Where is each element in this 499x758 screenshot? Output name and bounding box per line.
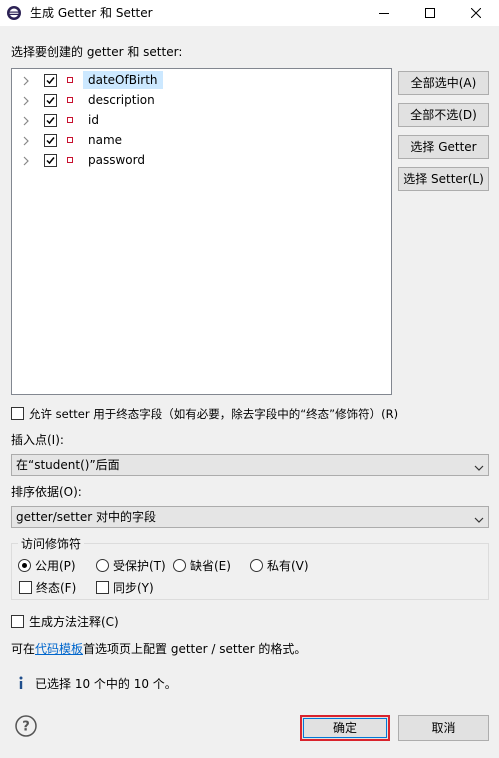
template-note-prefix: 可在 [11, 642, 36, 656]
deselect-all-button[interactable]: 全部不选(D) [398, 103, 489, 127]
code-templates-link[interactable]: 代码模板 [35, 642, 83, 656]
default-radio[interactable] [173, 559, 186, 572]
chevron-right-icon[interactable] [21, 75, 31, 86]
public-label: 公用(P) [35, 559, 76, 573]
insertion-point-label: 插入点(I): [11, 433, 64, 447]
tree-row-password[interactable]: password [12, 150, 391, 170]
help-icon[interactable]: ? [15, 715, 37, 737]
eclipse-app-icon [6, 5, 22, 21]
field-name: id [88, 113, 99, 127]
select-setters-button[interactable]: 选择 Setter(L) [398, 167, 489, 191]
protected-radio[interactable] [96, 559, 109, 572]
select-all-button[interactable]: 全部选中(A) [398, 71, 489, 95]
access-modifier-title: 访问修饰符 [18, 536, 85, 552]
allow-final-setter-label: 允许 setter 用于终态字段（如有必要，除去字段中的“终态”修饰符）(R) [29, 407, 399, 421]
svg-text:?: ? [22, 720, 30, 735]
field-icon [67, 157, 73, 163]
close-icon[interactable] [453, 0, 499, 26]
chevron-down-icon [474, 513, 484, 523]
allow-final-setter-checkbox[interactable] [11, 407, 24, 420]
ok-focus-ring [303, 718, 387, 738]
field-tree[interactable]: dateOfBirth description id name password [11, 68, 392, 395]
field-name: password [88, 153, 145, 167]
field-icon [67, 97, 73, 103]
tree-label: 选择要创建的 getter 和 setter: [11, 45, 183, 59]
template-note: 可在代码模板首选项页上配置 getter / setter 的格式。 [11, 641, 306, 657]
generate-comments-label: 生成方法注释(C) [29, 615, 119, 629]
generate-comments-checkbox[interactable] [11, 615, 24, 628]
sort-by-label: 排序依据(O): [11, 485, 82, 499]
final-label: 终态(F) [36, 581, 77, 595]
chevron-right-icon[interactable] [21, 95, 31, 106]
template-note-suffix: 首选项页上配置 getter / setter 的格式。 [83, 642, 307, 656]
field-checkbox[interactable] [44, 94, 57, 107]
tree-row-id[interactable]: id [12, 110, 391, 130]
final-checkbox[interactable] [19, 581, 32, 594]
chevron-right-icon[interactable] [21, 115, 31, 126]
private-radio[interactable] [250, 559, 263, 572]
field-checkbox[interactable] [44, 154, 57, 167]
field-name: name [88, 133, 123, 147]
tree-row-description[interactable]: description [12, 90, 391, 110]
field-checkbox[interactable] [44, 114, 57, 127]
insertion-point-select[interactable]: 在“student()”后面 [11, 454, 489, 476]
sort-by-value: getter/setter 对中的字段 [16, 510, 156, 524]
synchronized-checkbox[interactable] [96, 581, 109, 594]
info-icon [17, 676, 25, 690]
status-text: 已选择 10 个中的 10 个。 [35, 677, 177, 691]
insertion-point-value: 在“student()”后面 [16, 458, 120, 472]
select-getters-button[interactable]: 选择 Getter [398, 135, 489, 159]
maximize-icon[interactable] [407, 0, 453, 26]
synchronized-label: 同步(Y) [113, 581, 154, 595]
chevron-right-icon[interactable] [21, 155, 31, 166]
default-label: 缺省(E) [190, 559, 231, 573]
tree-row-dateofbirth[interactable]: dateOfBirth [12, 70, 391, 90]
field-checkbox[interactable] [44, 74, 57, 87]
window-title: 生成 Getter 和 Setter [30, 6, 153, 20]
sort-by-select[interactable]: getter/setter 对中的字段 [11, 506, 489, 528]
public-radio[interactable] [18, 559, 31, 572]
protected-label: 受保护(T) [113, 559, 166, 573]
radio-dot [22, 563, 27, 568]
tree-row-name[interactable]: name [12, 130, 391, 150]
field-icon [67, 77, 73, 83]
field-icon [67, 117, 73, 123]
field-checkbox[interactable] [44, 134, 57, 147]
ok-button[interactable]: 确定 [300, 715, 390, 741]
minimize-icon[interactable] [361, 0, 407, 26]
field-icon [67, 137, 73, 143]
chevron-right-icon[interactable] [21, 135, 31, 146]
field-name: description [88, 93, 155, 107]
chevron-down-icon [474, 461, 484, 471]
private-label: 私有(V) [267, 559, 309, 573]
cancel-button[interactable]: 取消 [398, 715, 489, 741]
field-name: dateOfBirth [83, 71, 163, 89]
